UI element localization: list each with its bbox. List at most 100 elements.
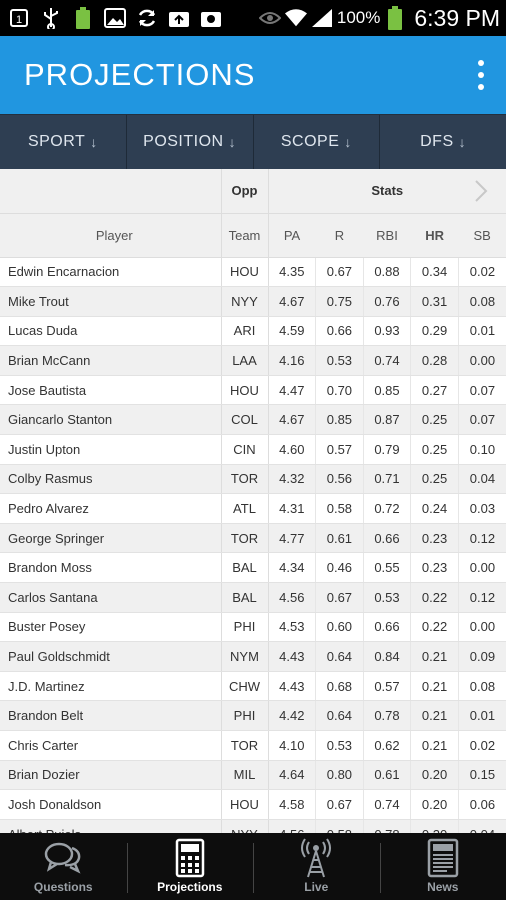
col-team[interactable]: Team [220,213,269,258]
battery-icon [384,6,406,30]
nav-live[interactable]: Live [253,833,380,900]
cell-rbi: 0.61 [362,760,411,791]
cell-team: MIL [220,760,269,791]
table-row[interactable]: Brandon Moss BAL 4.34 0.46 0.55 0.23 0.00 [0,552,506,584]
cell-team: LAA [220,345,269,376]
cell-team: TOR [220,464,269,495]
col-hr[interactable]: HR [410,213,459,258]
cell-sb: 0.00 [457,345,506,376]
cell-hr: 0.21 [410,730,459,761]
table-row[interactable]: Justin Upton CIN 4.60 0.57 0.79 0.25 0.10 [0,434,506,465]
cell-pa: 4.67 [268,286,316,317]
nav-news[interactable]: News [379,833,506,900]
cell-player: Colby Rasmus [0,464,221,495]
cell-sb: 0.08 [457,671,506,702]
cell-pa: 4.47 [268,375,316,406]
cell-player: Carlos Santana [0,582,221,613]
cell-rbi: 0.88 [362,257,411,288]
table-row[interactable]: Mike Trout NYY 4.67 0.75 0.76 0.31 0.08 [0,286,506,317]
chat-bubbles-icon [45,842,81,874]
cell-r: 0.67 [315,582,364,613]
cell-hr: 0.21 [410,700,459,731]
cell-rbi: 0.79 [362,434,411,465]
col-rbi[interactable]: RBI [363,213,411,258]
chevron-right-icon[interactable] [472,179,490,203]
table-row[interactable]: Brian McCann LAA 4.16 0.53 0.74 0.28 0.00 [0,345,506,376]
cell-hr: 0.22 [410,612,459,643]
table-row[interactable]: Buster Posey PHI 4.53 0.60 0.66 0.22 0.00 [0,612,506,643]
filter-bar: SPORT ↓ POSITION ↓ SCOPE ↓ DFS ↓ [0,114,506,169]
col-sb[interactable]: SB [458,213,506,258]
stats-header: Stats [268,169,506,214]
table-row[interactable]: J.D. Martinez CHW 4.43 0.68 0.57 0.21 0.08 [0,671,506,702]
cell-team: ATL [220,493,269,524]
cell-rbi: 0.55 [362,552,411,584]
table-row[interactable]: Edwin Encarnacion HOU 4.35 0.67 0.88 0.34 0.02 [0,257,506,288]
cell-sb: 0.00 [457,552,506,584]
cell-player: Buster Posey [0,612,221,643]
table-row[interactable]: Pedro Alvarez ATL 4.31 0.58 0.72 0.24 0.03 [0,493,506,524]
nav-projections[interactable]: Projections [126,833,254,900]
cell-r: 0.68 [315,671,364,702]
table-row[interactable]: Giancarlo Stanton COL 4.67 0.85 0.87 0.25 0.07 [0,404,506,436]
cell-r: 0.61 [315,523,364,554]
svg-text:1: 1 [16,14,22,26]
cell-r: 0.66 [315,316,364,347]
nav-label: Questions [33,880,93,894]
cell-hr: 0.31 [410,286,459,317]
cell-r: 0.67 [315,789,364,820]
cell-pa: 4.59 [268,316,316,347]
col-player[interactable]: Player [0,213,221,258]
filter-dfs[interactable]: DFS ↓ [380,115,506,169]
projections-table[interactable]: Opp Stats Player Team PA R RBI HR SB Edw… [0,169,506,833]
wifi-icon [284,7,307,29]
cell-player: Jose Bautista [0,375,221,406]
battery-full-icon [72,7,94,29]
cell-sb: 0.01 [457,700,506,731]
cell-rbi: 0.62 [362,730,411,761]
table-row[interactable]: Jose Bautista HOU 4.47 0.70 0.85 0.27 0.07 [0,375,506,406]
cell-hr: 0.21 [410,641,459,672]
camera-upload-icon [168,7,190,29]
cell-team: CIN [220,434,269,465]
table-row[interactable]: Carlos Santana BAL 4.56 0.67 0.53 0.22 0.12 [0,582,506,613]
cell-player: Lucas Duda [0,316,221,347]
col-r[interactable]: R [315,213,364,258]
cell-player: Giancarlo Stanton [0,404,221,436]
table-row[interactable]: Chris Carter TOR 4.10 0.53 0.62 0.21 0.02 [0,730,506,761]
filter-position[interactable]: POSITION ↓ [127,115,254,169]
table-row[interactable]: Josh Donaldson HOU 4.58 0.67 0.74 0.20 0.06 [0,789,506,820]
cell-r: 0.80 [315,760,364,791]
nav-questions[interactable]: Questions [0,833,127,900]
cell-player: J.D. Martinez [0,671,221,702]
cell-team: TOR [220,523,269,554]
table-row[interactable]: Brian Dozier MIL 4.64 0.80 0.61 0.20 0.15 [0,760,506,791]
cell-sb: 0.10 [457,434,506,465]
table-row[interactable]: Colby Rasmus TOR 4.32 0.56 0.71 0.25 0.04 [0,464,506,495]
cell-r: 0.85 [315,404,364,436]
cell-pa: 4.56 [268,819,316,833]
cell-rbi: 0.84 [362,641,411,672]
col-pa[interactable]: PA [268,213,316,258]
cell-rbi: 0.78 [362,819,411,833]
cell-team: ARI [220,316,269,347]
filter-scope[interactable]: SCOPE ↓ [254,115,381,169]
cell-player: George Springer [0,523,221,554]
cell-rbi: 0.93 [362,316,411,347]
table-row[interactable]: Lucas Duda ARI 4.59 0.66 0.93 0.29 0.01 [0,316,506,347]
table-row[interactable]: George Springer TOR 4.77 0.61 0.66 0.23 0.12 [0,523,506,554]
usb-icon [40,7,62,29]
table-row[interactable]: Albert PujolsNYY4.560.580.780.200.04 [0,819,506,833]
filter-sport[interactable]: SPORT ↓ [0,115,127,169]
table-row[interactable]: Paul Goldschmidt NYM 4.43 0.64 0.84 0.21 0.09 [0,641,506,672]
bottom-nav: Questions Projections Live News [0,833,506,900]
cell-hr: 0.21 [410,671,459,702]
cell-pa: 4.53 [268,612,316,643]
cell-player: Josh Donaldson [0,789,221,820]
more-vertical-icon[interactable] [476,60,486,90]
table-row[interactable]: Brandon Belt PHI 4.42 0.64 0.78 0.21 0.01 [0,700,506,731]
cell-rbi: 0.74 [362,789,411,820]
app-bar: PROJECTIONS [0,36,506,114]
cell-team: BAL [220,582,269,613]
cell-rbi: 0.85 [362,375,411,406]
